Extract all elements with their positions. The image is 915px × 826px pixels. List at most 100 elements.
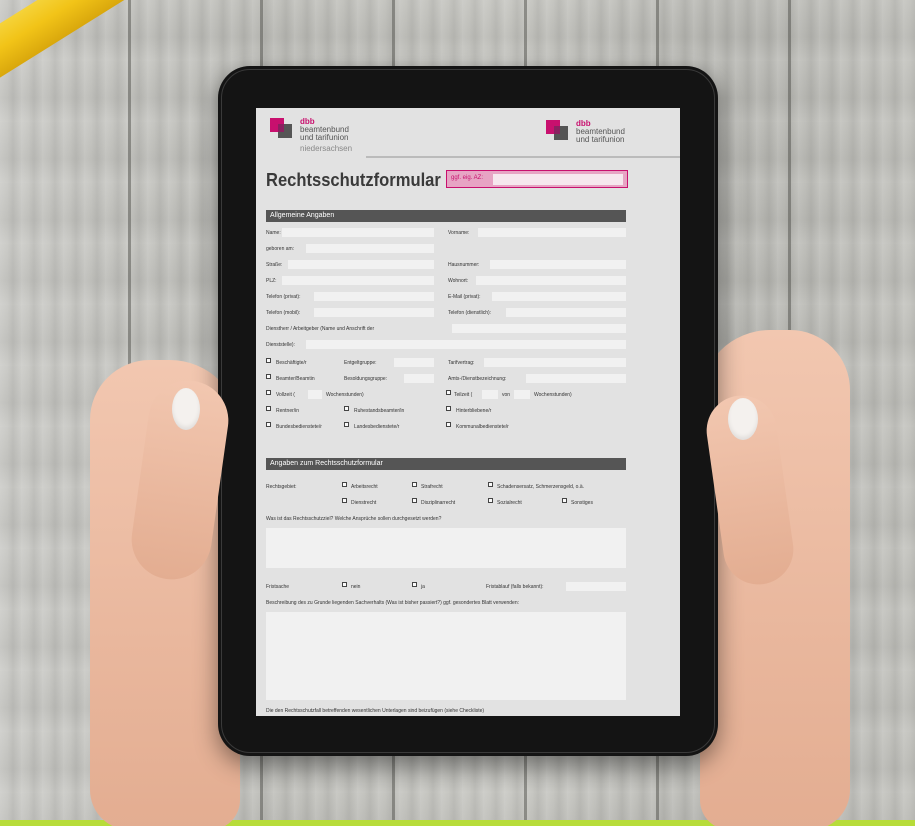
hinterbliebene-checkbox[interactable] xyxy=(446,406,451,411)
label-telefon-mobil: Telefon (mobil): xyxy=(266,310,301,316)
form-title: Rechtsschutzformular xyxy=(266,170,441,190)
disziplinarrecht-checkbox[interactable] xyxy=(412,498,417,503)
hausnummer-field[interactable] xyxy=(490,260,626,269)
label-vorname: Vorname: xyxy=(448,230,470,236)
beamter-checkbox[interactable] xyxy=(266,374,271,379)
vollzeit-stunden-field[interactable] xyxy=(308,390,322,399)
tarifvertrag-field[interactable] xyxy=(484,358,626,367)
kommunalbedienstete-checkbox[interactable] xyxy=(446,422,451,427)
label-teilzeit: Teilzeit ( xyxy=(454,392,473,398)
label-telefon-dienst: Telefon (dienstlich): xyxy=(448,310,492,316)
sonstiges-checkbox[interactable] xyxy=(562,498,567,503)
section-allgemeine-angaben: Allgemeine Angaben xyxy=(266,210,626,222)
label-nein: nein xyxy=(351,584,361,590)
bundesbedienstete-checkbox[interactable] xyxy=(266,422,271,427)
label-dienstherr: Dienstherr / Arbeitgeber (Name und Ansch… xyxy=(266,326,375,332)
entgeltgruppe-field[interactable] xyxy=(394,358,434,367)
rechtsschutzziel-textarea[interactable] xyxy=(266,528,626,568)
dbb-logo-mark-right xyxy=(546,120,570,144)
plz-field[interactable] xyxy=(282,276,434,285)
label-kommunalbedienstete: Kommunalbedienstete/r xyxy=(456,424,509,430)
dbb-logo-right: dbb beamtenbund und tarifunion xyxy=(546,120,625,144)
label-schadensersatz: Schadensersatz, Schmerzensgeld, o.ä. xyxy=(497,484,584,490)
label-dienststelle: Dienststelle): xyxy=(266,342,295,348)
besoldungsgruppe-field[interactable] xyxy=(404,374,434,383)
teilzeit-checkbox[interactable] xyxy=(446,390,451,395)
label-wochenstunden-1: Wochenstunden) xyxy=(326,392,364,398)
telefon-dienst-field[interactable] xyxy=(506,308,626,317)
strasse-field[interactable] xyxy=(288,260,434,269)
right-thumbnail xyxy=(728,398,758,440)
logo-right-line3: und tarifunion xyxy=(576,135,625,144)
logo-left-line4: niedersachsen xyxy=(300,144,353,153)
label-hausnummer: Hausnummer: xyxy=(448,262,480,268)
frist-ja-checkbox[interactable] xyxy=(412,582,417,587)
dbb-logo-mark xyxy=(270,118,294,142)
beschaeftigte-checkbox[interactable] xyxy=(266,358,271,363)
label-vollzeit: Vollzeit ( xyxy=(276,392,295,398)
logo-left-line3: und tarifunion xyxy=(300,133,349,142)
vollzeit-checkbox[interactable] xyxy=(266,390,271,395)
az-input[interactable] xyxy=(493,174,623,185)
rentner-checkbox[interactable] xyxy=(266,406,271,411)
label-landesbedienstete: Landesbedienstete/r xyxy=(354,424,400,430)
wohnort-field[interactable] xyxy=(476,276,626,285)
label-fristablauf: Fristablauf (falls bekannt): xyxy=(486,584,544,590)
az-label: ggf. eig. AZ: xyxy=(451,175,484,181)
frist-nein-checkbox[interactable] xyxy=(342,582,347,587)
amtsbezeichnung-field[interactable] xyxy=(526,374,626,383)
ruhestand-checkbox[interactable] xyxy=(344,406,349,411)
label-wochenstunden-2: Wochenstunden) xyxy=(534,392,572,398)
label-dienstrecht: Dienstrecht xyxy=(351,500,377,506)
label-sozialrecht: Sozialrecht xyxy=(497,500,522,506)
strafrecht-checkbox[interactable] xyxy=(412,482,417,487)
teilzeit-von-field[interactable] xyxy=(514,390,530,399)
section-angaben-rechtsschutz: Angaben zum Rechtsschutzformular xyxy=(266,458,626,470)
label-rechtsgebiet: Rechtsgebiet: xyxy=(266,484,297,490)
teilzeit-stunden-field[interactable] xyxy=(482,390,498,399)
header-divider xyxy=(366,156,680,158)
label-besoldungsgruppe: Besoldungsgruppe: xyxy=(344,376,388,382)
label-strasse: Straße: xyxy=(266,262,283,268)
fristablauf-field[interactable] xyxy=(566,582,626,591)
beschreibung-textarea[interactable] xyxy=(266,612,626,700)
arbeitsrecht-checkbox[interactable] xyxy=(342,482,347,487)
label-entgeltgruppe: Entgeltgruppe: xyxy=(344,360,377,366)
dienstrecht-checkbox[interactable] xyxy=(342,498,347,503)
vorname-field[interactable] xyxy=(478,228,626,237)
label-geboren: geboren am: xyxy=(266,246,295,252)
label-footer-note: Die den Rechtsschutzfall betreffenden we… xyxy=(266,708,485,714)
dienststelle-field[interactable] xyxy=(306,340,626,349)
tablet-device: dbb beamtenbund und tarifunion niedersac… xyxy=(218,66,718,756)
email-field[interactable] xyxy=(492,292,626,301)
label-bundesbedienstete: Bundesbedienstete/r xyxy=(276,424,322,430)
schadensersatz-checkbox[interactable] xyxy=(488,482,493,487)
label-ruhestand: Ruhestandsbeamter/in xyxy=(354,408,405,414)
label-amtsbezeichnung: Amts-/Dienstbezeichnung: xyxy=(448,376,507,382)
label-wohnort: Wohnort: xyxy=(448,278,469,284)
label-beamter: Beamter/Beamtin xyxy=(276,376,315,382)
label-rentner: Rentner/in xyxy=(276,408,300,414)
telefon-mobil-field[interactable] xyxy=(314,308,434,317)
sozialrecht-checkbox[interactable] xyxy=(488,498,493,503)
dienstherr-field[interactable] xyxy=(452,324,626,333)
az-box: ggf. eig. AZ: xyxy=(446,170,628,188)
label-name: Name: xyxy=(266,230,281,236)
telefon-privat-field[interactable] xyxy=(314,292,434,301)
left-thumbnail xyxy=(172,388,200,430)
label-von: von xyxy=(502,392,511,398)
label-arbeitsrecht: Arbeitsrecht xyxy=(351,484,378,490)
label-ja: ja xyxy=(421,584,425,590)
name-field[interactable] xyxy=(282,228,434,237)
label-beschaeftigte: Beschäftigte/r xyxy=(276,360,307,366)
label-rechtsschutzziel: Was ist das Rechtsschutzziel? Welche Ans… xyxy=(266,516,442,522)
label-telefon-privat: Telefon (privat): xyxy=(266,294,301,300)
label-hinterbliebene: Hinterbliebene/r xyxy=(456,408,492,414)
label-disziplinarrecht: Disziplinarrecht xyxy=(421,500,456,506)
landesbedienstete-checkbox[interactable] xyxy=(344,422,349,427)
label-email: E-Mail (privat): xyxy=(448,294,481,300)
label-sonstiges: Sonstiges xyxy=(571,500,593,506)
dbb-logo-left: dbb beamtenbund und tarifunion niedersac… xyxy=(270,118,352,153)
geboren-field[interactable] xyxy=(306,244,434,253)
label-beschreibung: Beschreibung des zu Grunde liegenden Sac… xyxy=(266,600,520,606)
